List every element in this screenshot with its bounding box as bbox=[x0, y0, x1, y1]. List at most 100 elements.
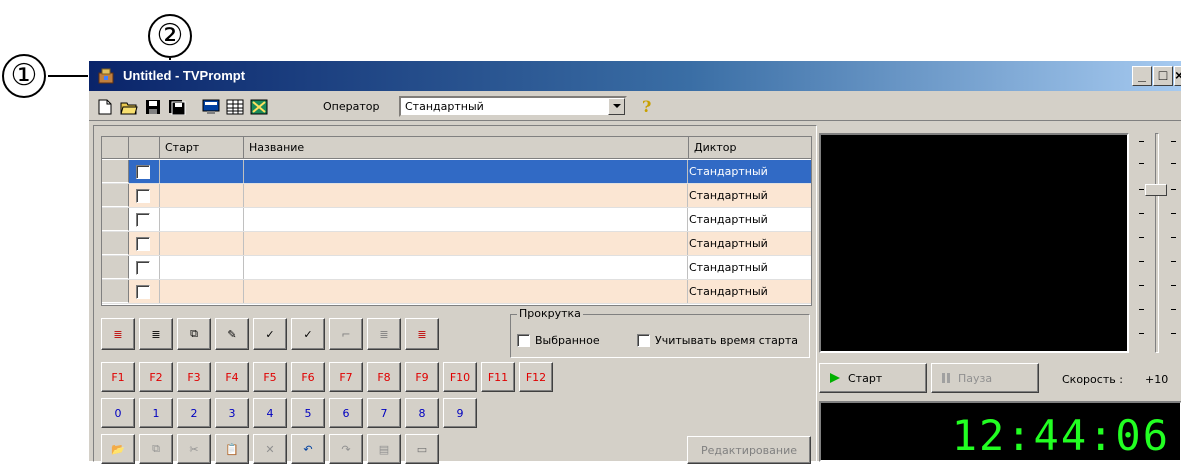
save-icon[interactable] bbox=[143, 97, 163, 117]
copy-button[interactable]: ⧉ bbox=[139, 434, 173, 464]
uncheck-button[interactable]: ⌐ bbox=[329, 318, 363, 350]
minimize-button[interactable]: _ bbox=[1132, 66, 1152, 86]
select-all-button[interactable]: ▤ bbox=[367, 434, 401, 464]
redo-button[interactable]: ↷ bbox=[329, 434, 363, 464]
move-up-button[interactable]: ≣ bbox=[367, 318, 401, 350]
paste-button[interactable]: 📋 bbox=[215, 434, 249, 464]
selected-checkbox[interactable] bbox=[517, 334, 530, 347]
row-header[interactable] bbox=[102, 256, 129, 279]
num-5-key[interactable]: 5 bbox=[291, 398, 325, 428]
open-folder-icon[interactable] bbox=[119, 97, 139, 117]
num-0-key[interactable]: 0 bbox=[101, 398, 135, 428]
f10-key[interactable]: F10 bbox=[443, 362, 477, 392]
f5-key[interactable]: F5 bbox=[253, 362, 287, 392]
tools-icon[interactable] bbox=[249, 97, 269, 117]
row-header[interactable] bbox=[102, 208, 129, 231]
num-2-key[interactable]: 2 bbox=[177, 398, 211, 428]
row-start-cell[interactable] bbox=[160, 232, 244, 255]
table-row[interactable]: Стандартный bbox=[102, 160, 811, 184]
help-icon[interactable]: ? bbox=[642, 97, 651, 116]
row-header[interactable] bbox=[102, 280, 129, 303]
num-8-key[interactable]: 8 bbox=[405, 398, 439, 428]
delete-line-button[interactable]: ✎ bbox=[215, 318, 249, 350]
copy-line-button[interactable]: ⧉ bbox=[177, 318, 211, 350]
save-all-icon[interactable] bbox=[167, 97, 187, 117]
row-speaker[interactable]: Стандартный bbox=[689, 285, 768, 298]
row-checkbox[interactable] bbox=[136, 213, 150, 227]
cut-button[interactable]: ✂ bbox=[177, 434, 211, 464]
insert-line-button[interactable]: ≣ bbox=[101, 318, 135, 350]
num-1-key[interactable]: 1 bbox=[139, 398, 173, 428]
row-speaker[interactable]: Стандартный bbox=[689, 165, 768, 178]
f9-key[interactable]: F9 bbox=[405, 362, 439, 392]
edit-mode-button[interactable]: Редактирование bbox=[687, 436, 811, 464]
close-button[interactable]: × bbox=[1174, 66, 1181, 86]
check-selected-button[interactable]: ✓ bbox=[291, 318, 325, 350]
undo-button[interactable]: ↶ bbox=[291, 434, 325, 464]
row-header[interactable] bbox=[102, 184, 129, 207]
row-name-cell[interactable] bbox=[244, 160, 688, 183]
chevron-down-icon[interactable] bbox=[608, 98, 625, 115]
row-name-cell[interactable] bbox=[244, 256, 688, 279]
row-speaker[interactable]: Стандартный bbox=[689, 261, 768, 274]
title-bar[interactable]: Untitled - TVPrompt _ □ × bbox=[89, 61, 1181, 91]
split-button[interactable]: ▭ bbox=[405, 434, 439, 464]
table-row[interactable]: Стандартный bbox=[102, 280, 811, 304]
row-speaker[interactable]: Стандартный bbox=[689, 189, 768, 202]
append-line-button[interactable]: ≣ bbox=[139, 318, 173, 350]
num-7-key[interactable]: 7 bbox=[367, 398, 401, 428]
num-4-key[interactable]: 4 bbox=[253, 398, 287, 428]
row-start-cell[interactable] bbox=[160, 280, 244, 303]
col-name[interactable]: Название bbox=[244, 137, 689, 159]
row-name-cell[interactable] bbox=[244, 208, 688, 231]
f8-key[interactable]: F8 bbox=[367, 362, 401, 392]
app-icon[interactable] bbox=[97, 67, 115, 85]
f12-key[interactable]: F12 bbox=[519, 362, 553, 392]
row-checkbox[interactable] bbox=[136, 237, 150, 251]
f7-key[interactable]: F7 bbox=[329, 362, 363, 392]
num-9-key[interactable]: 9 bbox=[443, 398, 477, 428]
speed-slider[interactable] bbox=[1131, 133, 1181, 355]
num-6-key[interactable]: 6 bbox=[329, 398, 363, 428]
row-speaker[interactable]: Стандартный bbox=[689, 237, 768, 250]
table-row[interactable]: Стандартный bbox=[102, 184, 811, 208]
row-checkbox[interactable] bbox=[136, 285, 150, 299]
f2-key[interactable]: F2 bbox=[139, 362, 173, 392]
row-checkbox[interactable] bbox=[136, 189, 150, 203]
row-start-cell[interactable] bbox=[160, 160, 244, 183]
f4-key[interactable]: F4 bbox=[215, 362, 249, 392]
slider-track[interactable] bbox=[1155, 133, 1159, 353]
row-header[interactable] bbox=[102, 232, 129, 255]
f1-key[interactable]: F1 bbox=[101, 362, 135, 392]
row-start-cell[interactable] bbox=[160, 208, 244, 231]
row-name-cell[interactable] bbox=[244, 232, 688, 255]
col-start[interactable]: Старт bbox=[160, 137, 244, 159]
num-3-key[interactable]: 3 bbox=[215, 398, 249, 428]
table-row[interactable]: Стандартный bbox=[102, 208, 811, 232]
f6-key[interactable]: F6 bbox=[291, 362, 325, 392]
playlist-grid[interactable]: Старт Название Диктор Стандартный Станда… bbox=[101, 136, 812, 306]
delete-button[interactable]: ✕ bbox=[253, 434, 287, 464]
open-folder-button[interactable]: 📂 bbox=[101, 434, 135, 464]
slider-thumb[interactable] bbox=[1145, 184, 1167, 196]
table-row[interactable]: Стандартный bbox=[102, 232, 811, 256]
row-header[interactable] bbox=[102, 160, 129, 183]
start-button[interactable]: Старт bbox=[819, 363, 927, 393]
row-start-cell[interactable] bbox=[160, 184, 244, 207]
monitor-icon[interactable] bbox=[201, 97, 221, 117]
f3-key[interactable]: F3 bbox=[177, 362, 211, 392]
check-all-button[interactable]: ✓ bbox=[253, 318, 287, 350]
f11-key[interactable]: F11 bbox=[481, 362, 515, 392]
table-icon[interactable] bbox=[225, 97, 245, 117]
row-start-cell[interactable] bbox=[160, 256, 244, 279]
new-file-icon[interactable] bbox=[95, 97, 115, 117]
maximize-button[interactable]: □ bbox=[1153, 66, 1173, 86]
row-checkbox[interactable] bbox=[136, 261, 150, 275]
pause-button[interactable]: Пауза bbox=[931, 363, 1039, 393]
operator-select[interactable]: Стандартный bbox=[399, 96, 627, 117]
table-row[interactable]: Стандартный bbox=[102, 256, 811, 280]
row-checkbox[interactable] bbox=[136, 165, 150, 179]
col-speaker[interactable]: Диктор bbox=[689, 137, 811, 159]
start-time-checkbox[interactable] bbox=[637, 334, 650, 347]
move-down-button[interactable]: ≣ bbox=[405, 318, 439, 350]
